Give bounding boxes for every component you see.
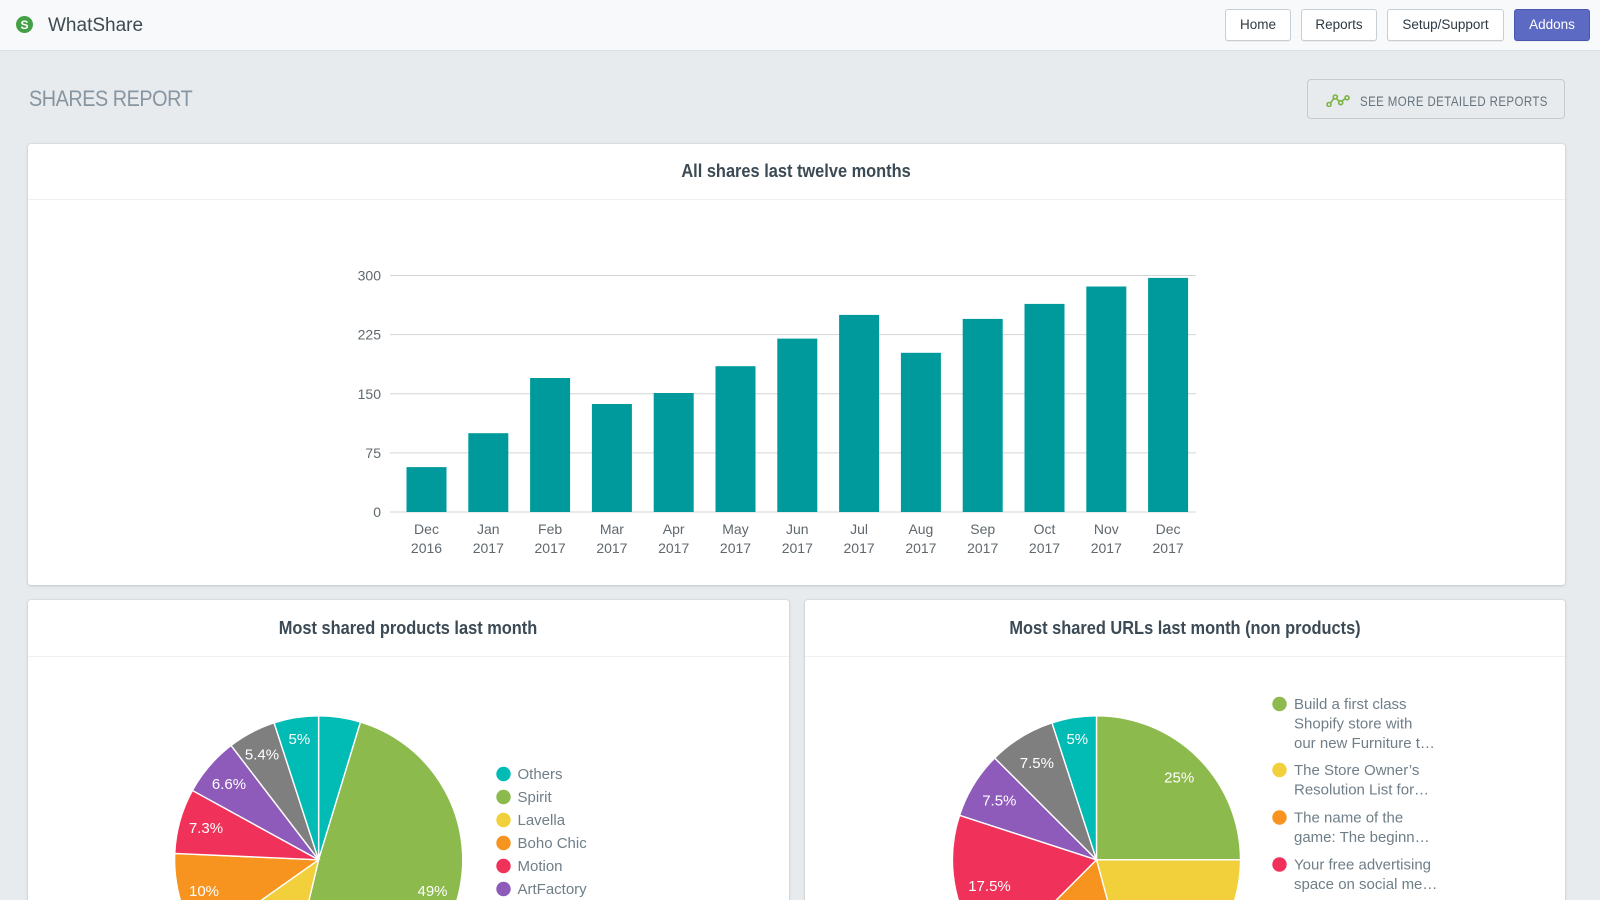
svg-text:Motion: Motion [518, 858, 563, 875]
svg-text:2016: 2016 [411, 540, 442, 556]
svg-text:5.4%: 5.4% [245, 747, 279, 764]
svg-text:2017: 2017 [1091, 540, 1122, 556]
svg-text:150: 150 [358, 386, 382, 402]
svg-text:2017: 2017 [967, 540, 998, 556]
svg-text:Your free advertising: Your free advertising [1294, 857, 1431, 874]
svg-text:2017: 2017 [905, 540, 936, 556]
svg-text:our new Furniture t…: our new Furniture t… [1294, 735, 1435, 752]
svg-text:Jul: Jul [850, 521, 868, 537]
svg-text:225: 225 [358, 327, 382, 343]
svg-text:Dec: Dec [1156, 521, 1181, 537]
svg-text:2017: 2017 [782, 540, 813, 556]
svg-text:Build a first class: Build a first class [1294, 696, 1407, 713]
svg-text:May: May [722, 521, 748, 537]
svg-text:6.6%: 6.6% [212, 776, 246, 793]
svg-text:Spirit: Spirit [518, 789, 553, 806]
svg-text:2017: 2017 [658, 540, 689, 556]
svg-text:Mar: Mar [600, 521, 624, 537]
svg-text:25%: 25% [1164, 770, 1194, 787]
svg-text:Lavella: Lavella [518, 812, 566, 829]
svg-text:75: 75 [365, 445, 381, 461]
svg-text:10%: 10% [189, 883, 219, 900]
svg-text:Dec: Dec [414, 521, 439, 537]
svg-text:7.5%: 7.5% [1020, 755, 1054, 772]
svg-text:2017: 2017 [720, 540, 751, 556]
svg-text:5%: 5% [1066, 731, 1088, 748]
svg-text:Resolution List for…: Resolution List for… [1294, 781, 1429, 798]
svg-text:ArtFactory: ArtFactory [518, 881, 588, 898]
svg-text:Shopify store with: Shopify store with [1294, 715, 1412, 732]
svg-text:The name of the: The name of the [1294, 810, 1403, 827]
svg-text:Sep: Sep [970, 521, 995, 537]
svg-text:0: 0 [373, 504, 381, 520]
svg-text:Jan: Jan [477, 521, 500, 537]
svg-text:Nov: Nov [1094, 521, 1119, 537]
svg-text:2017: 2017 [473, 540, 504, 556]
svg-text:17.5%: 17.5% [968, 878, 1011, 895]
svg-text:S: S [20, 18, 28, 32]
svg-text:Aug: Aug [908, 521, 933, 537]
svg-text:space on social me…: space on social me… [1294, 876, 1437, 893]
svg-text:game: The beginn…: game: The beginn… [1294, 829, 1430, 846]
svg-text:2017: 2017 [535, 540, 566, 556]
svg-text:Feb: Feb [538, 521, 562, 537]
svg-text:2017: 2017 [1029, 540, 1060, 556]
svg-text:300: 300 [358, 268, 382, 284]
svg-text:Apr: Apr [663, 521, 685, 537]
svg-text:2017: 2017 [844, 540, 875, 556]
svg-text:Jun: Jun [786, 521, 809, 537]
svg-text:Oct: Oct [1034, 521, 1056, 537]
svg-text:2017: 2017 [1153, 540, 1184, 556]
svg-text:5%: 5% [289, 731, 311, 748]
svg-text:Others: Others [518, 766, 563, 783]
svg-text:2017: 2017 [596, 540, 627, 556]
svg-text:Boho Chic: Boho Chic [518, 835, 588, 852]
svg-text:The Store Owner’s: The Store Owner’s [1294, 762, 1419, 779]
svg-text:7.5%: 7.5% [982, 793, 1016, 810]
svg-text:7.3%: 7.3% [189, 820, 223, 837]
svg-text:49%: 49% [417, 883, 447, 900]
